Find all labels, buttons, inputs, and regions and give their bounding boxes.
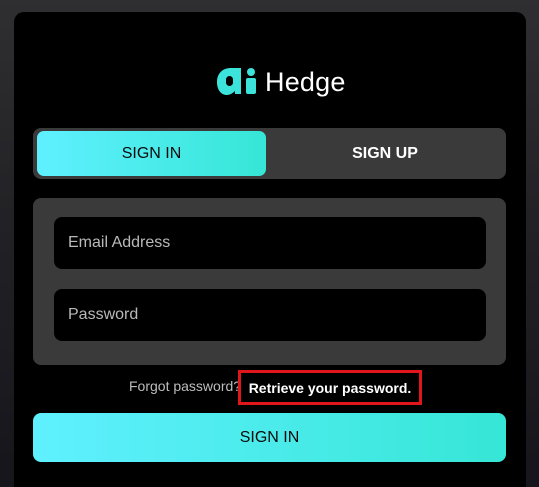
brand-name: Hedge [265, 67, 346, 97]
tab-sign-in[interactable]: SIGN IN [37, 131, 266, 176]
email-field[interactable]: Email Address [54, 217, 486, 269]
tab-sign-up[interactable]: SIGN UP [267, 131, 503, 176]
sign-in-button[interactable]: SIGN IN [33, 413, 506, 462]
password-field[interactable]: Password [54, 289, 486, 341]
brand-logo: Hedge [215, 64, 346, 100]
forgot-password-text: Forgot password? [129, 378, 242, 394]
auth-tabs: SIGN IN SIGN UP [33, 128, 506, 179]
retrieve-password-link[interactable]: Retrieve your password. [238, 370, 422, 405]
login-form: Email Address Password [33, 198, 506, 365]
ai-logo-icon [217, 68, 256, 95]
